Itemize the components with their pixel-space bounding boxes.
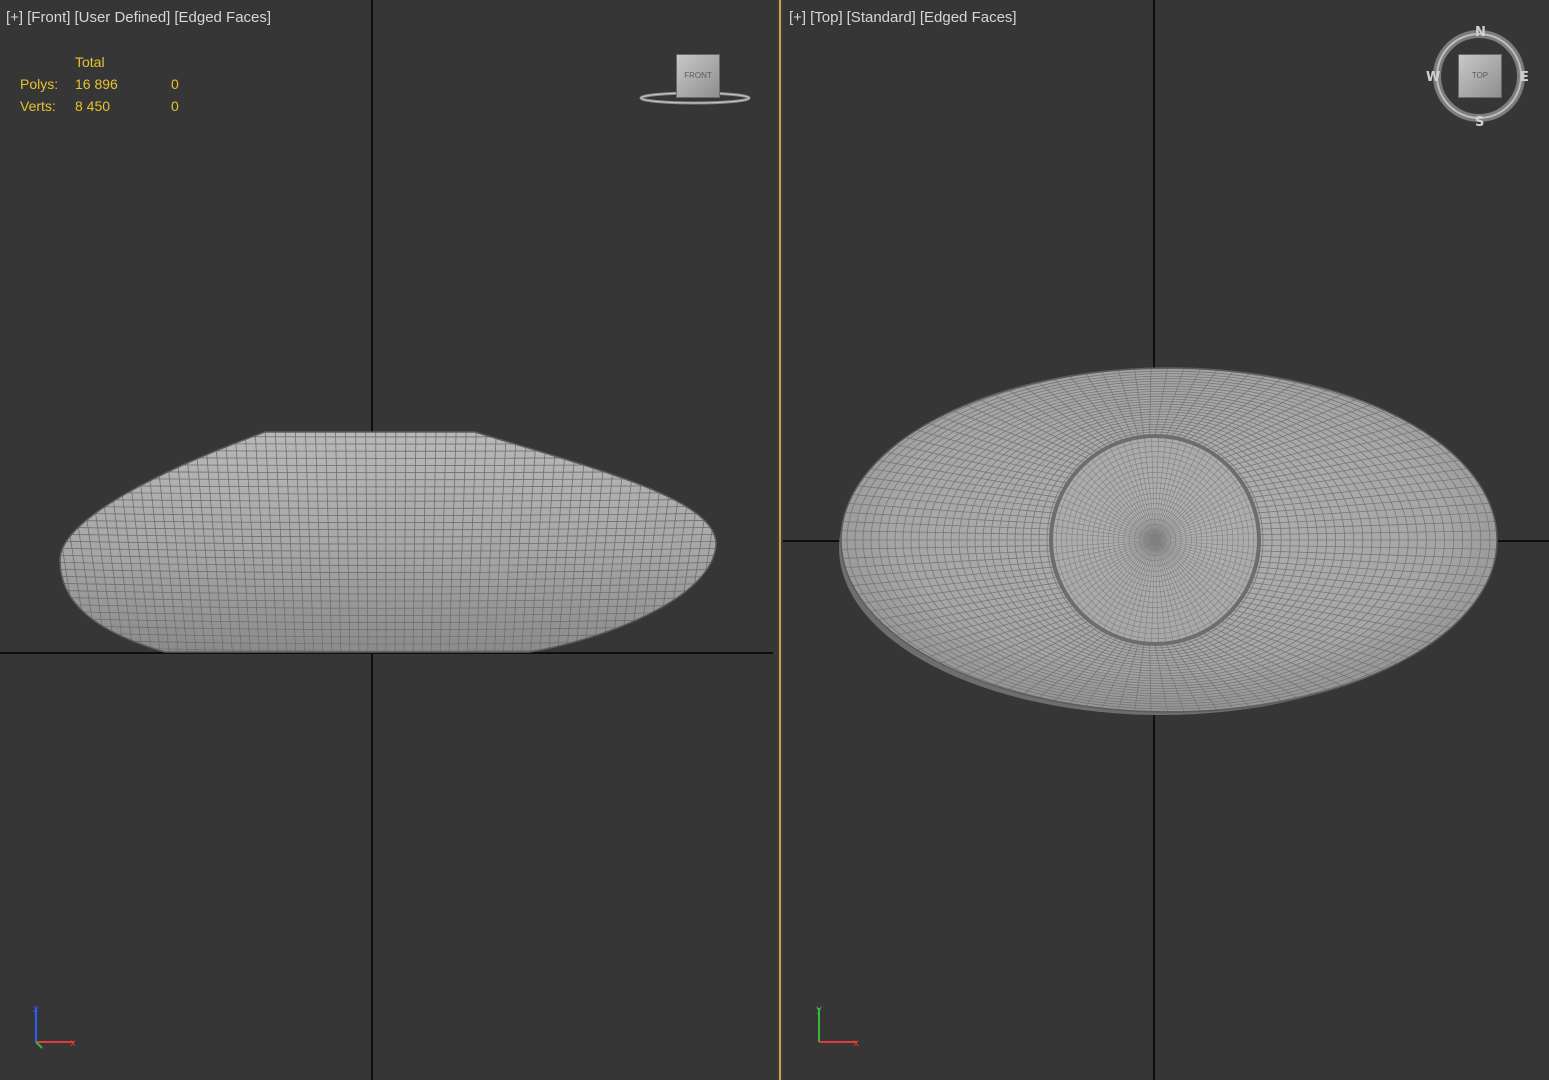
front-viewport-label[interactable]: [+] [Front] [User Defined] [Edged Faces]: [6, 9, 275, 26]
compass-n-label: N: [1475, 25, 1486, 40]
camera-mode-menu[interactable]: [User Defined]: [74, 9, 170, 26]
compass-s-label: S: [1475, 115, 1484, 130]
viewcube[interactable]: TOP: [1458, 54, 1502, 98]
front-mesh[interactable]: [0, 0, 777, 1080]
compass-w-label: W: [1426, 70, 1440, 85]
axis-tripod: z x: [33, 1004, 76, 1049]
viewport-menu-plus[interactable]: [+]: [6, 9, 23, 26]
stats-row-verts: Verts: 8 450 0: [20, 98, 179, 114]
viewport-menu-plus[interactable]: [+]: [789, 9, 806, 26]
shading-mode-menu[interactable]: [Edged Faces]: [920, 9, 1017, 26]
top-viewport-label[interactable]: [+] [Top] [Standard] [Edged Faces]: [789, 9, 1021, 26]
top-mesh[interactable]: [783, 0, 1549, 1080]
shading-mode-menu[interactable]: [Edged Faces]: [174, 9, 271, 26]
axis-x-label: x: [853, 1038, 859, 1049]
axis-x-label: x: [70, 1038, 76, 1049]
viewcube[interactable]: FRONT: [676, 54, 720, 98]
front-viewport[interactable]: [+] [Front] [User Defined] [Edged Faces] To…: [0, 0, 777, 1080]
statistics-overlay: Total Polys: 16 896 0 Verts: 8 450 0: [20, 51, 179, 117]
view-type-menu[interactable]: [Front]: [27, 9, 70, 26]
camera-mode-menu[interactable]: [Standard]: [847, 9, 916, 26]
view-type-menu[interactable]: [Top]: [810, 9, 843, 26]
axis-tripod: y x: [816, 1004, 859, 1049]
stats-row-polys: Polys: 16 896 0: [20, 76, 179, 92]
stats-header-total: Total: [75, 54, 105, 70]
top-viewport[interactable]: [+] [Top] [Standard] [Edged Faces] N S E W …: [783, 0, 1549, 1080]
axis-z-label: z: [33, 1004, 38, 1015]
front-mesh-fill: [60, 432, 717, 652]
axis-y-label: y: [816, 1004, 822, 1015]
compass-e-label: E: [1520, 70, 1529, 85]
